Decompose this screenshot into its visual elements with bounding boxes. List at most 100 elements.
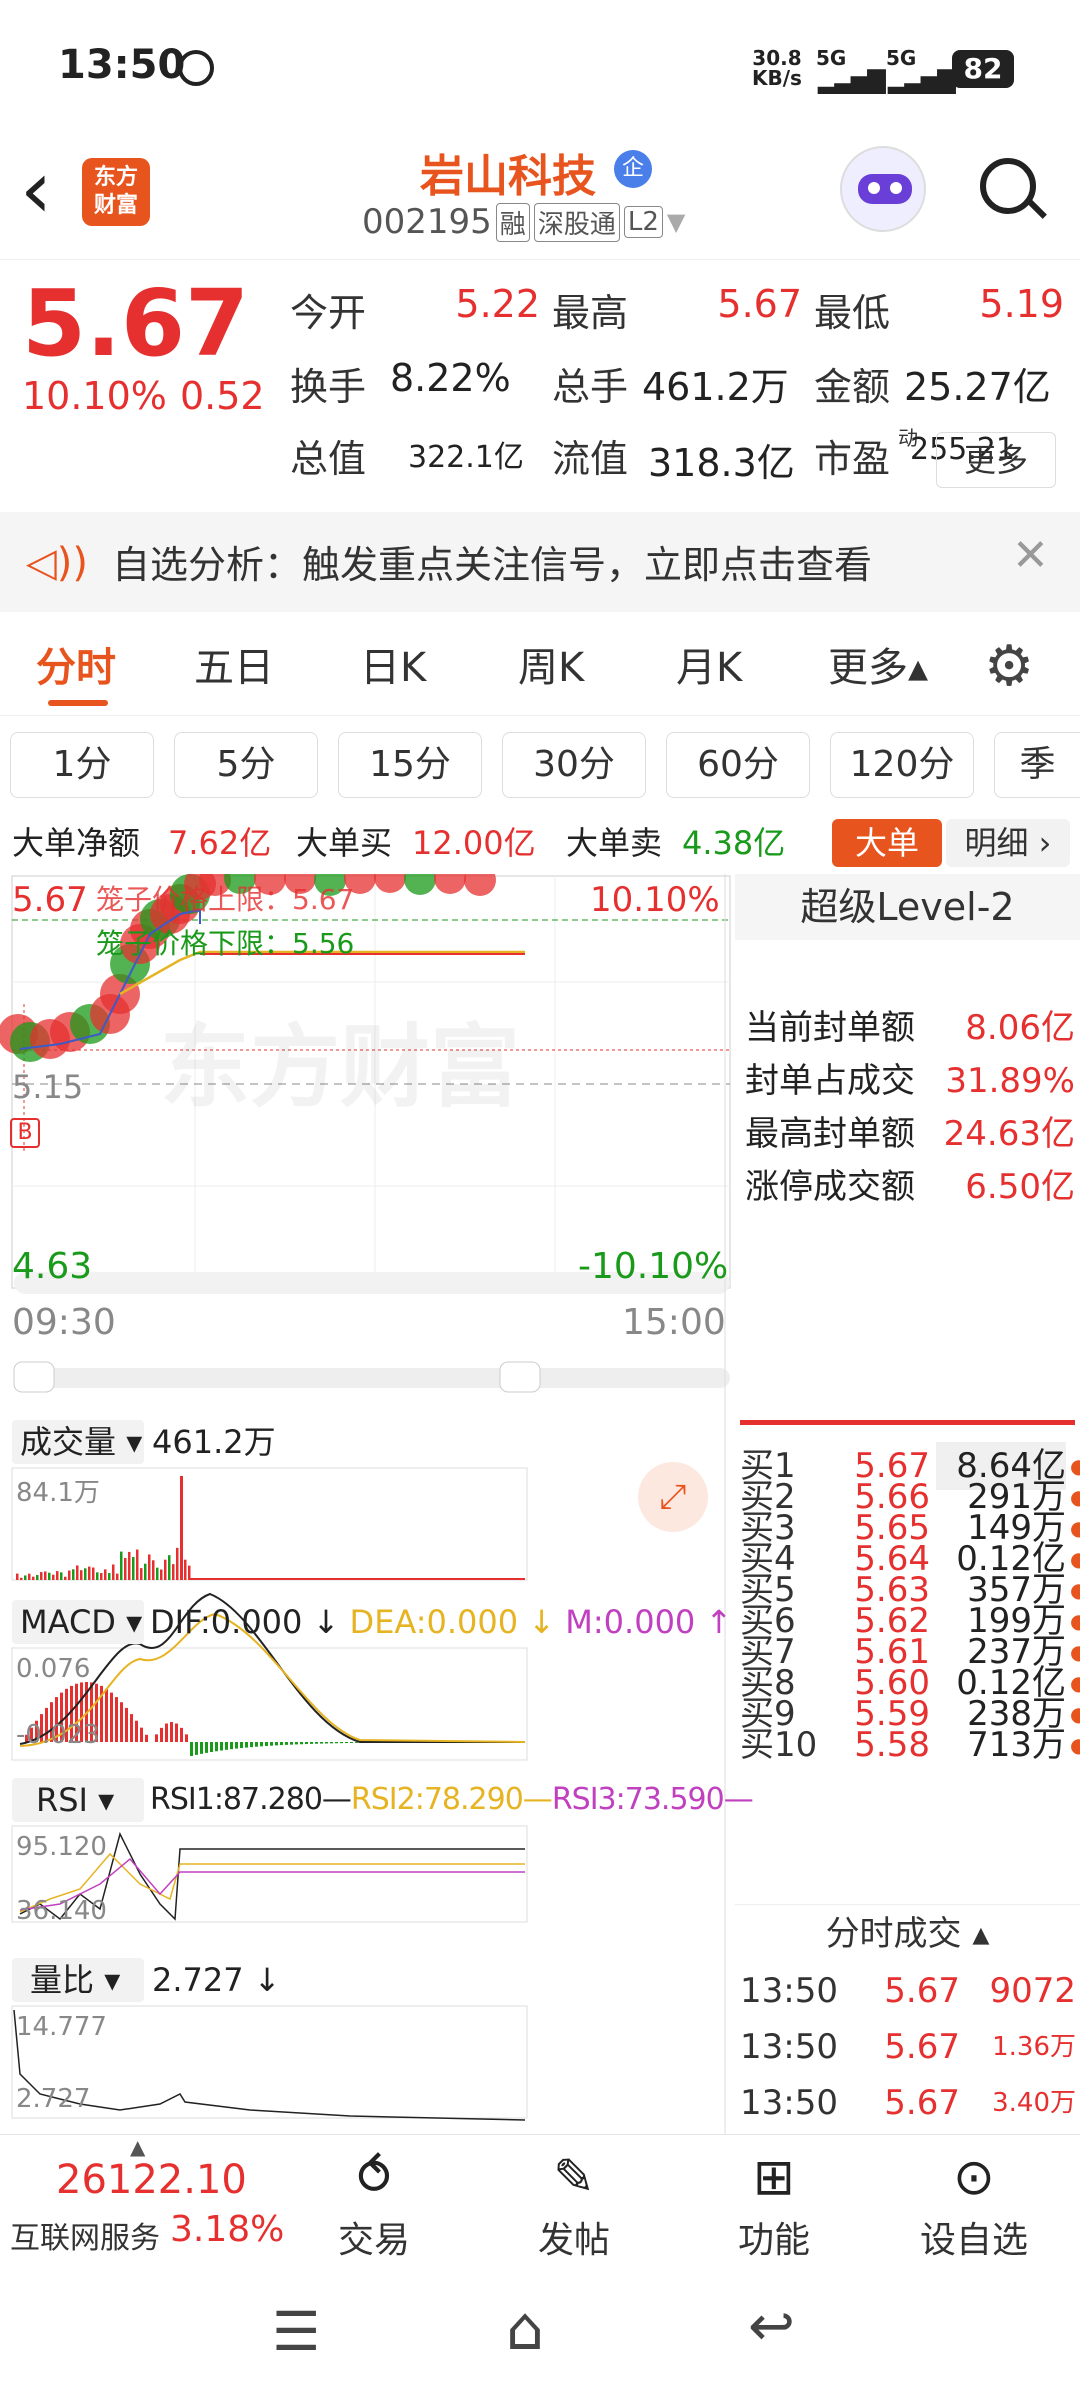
- quote-field-value: 461.2万: [642, 356, 789, 411]
- time-end: 15:00: [622, 1302, 726, 1343]
- stock-code-row[interactable]: 002195 融 深股通 L2 ▼: [362, 202, 685, 242]
- net-speed: 30.8 KB/s: [752, 48, 802, 88]
- index-value[interactable]: 26122.10: [56, 2157, 247, 2203]
- tab-five-day[interactable]: 五日: [194, 620, 274, 716]
- quote-field-label: 市盈: [814, 428, 890, 483]
- macd-dea: DEA:0.000 ↓: [350, 1603, 556, 1641]
- trade-row: 13:50 5.67 1.36万: [740, 2022, 1080, 2072]
- period-30min[interactable]: 30分: [502, 732, 646, 798]
- post-button[interactable]: ✎ 发帖: [514, 2147, 634, 2263]
- tab-daily-k[interactable]: 日K: [360, 620, 426, 716]
- rsi1-value: RSI1:87.280—: [150, 1782, 351, 1817]
- volume-bar: [72, 1569, 75, 1580]
- chevron-up-icon: ▲: [130, 2135, 145, 2159]
- back-icon[interactable]: ‹: [20, 150, 52, 230]
- buy-marker[interactable]: B: [10, 1118, 40, 1148]
- trade-price: 5.67: [880, 2078, 960, 2128]
- add-watchlist-button[interactable]: ⊙ 设自选: [914, 2147, 1034, 2263]
- period-15min[interactable]: 15分: [338, 732, 482, 798]
- macd-bar: [300, 1742, 303, 1744]
- volume-bar: [48, 1573, 51, 1580]
- volume-bar: [80, 1570, 83, 1580]
- stock-name[interactable]: 岩山科技: [420, 140, 596, 204]
- volume-bar: [132, 1557, 135, 1580]
- volume-bar: [88, 1567, 91, 1580]
- period-60min[interactable]: 60分: [666, 732, 810, 798]
- menu-icon[interactable]: ☰: [272, 2300, 320, 2363]
- lower-limit-label: 笼子价格下限：5.56: [96, 922, 354, 962]
- bid-price: 5.58: [820, 1721, 930, 1769]
- macd-values: DIF:0.000 ↓ DEA:0.000 ↓ M:0.000 ↑: [150, 1600, 732, 1644]
- ratio-selector[interactable]: 量比 ▾: [12, 1958, 144, 2002]
- period-1min[interactable]: 1分: [10, 732, 154, 798]
- volume-bar: [64, 1577, 67, 1580]
- dot-icon: ●: [1070, 1721, 1080, 1769]
- macd-m: M:0.000 ↑: [565, 1603, 732, 1641]
- upper-limit-label: 笼子价格上限：5.67: [96, 878, 354, 918]
- bid-row[interactable]: 买10 5.58 713万 ●: [740, 1721, 1080, 1769]
- stat-value: 31.89%: [945, 1057, 1075, 1105]
- more-button[interactable]: 更多: [936, 432, 1056, 488]
- analysis-banner[interactable]: ◁)) 自选分析：触发重点关注信号，立即点击查看 ✕: [0, 512, 1080, 612]
- function-label: 功能: [714, 2211, 834, 2263]
- home-icon[interactable]: ⌂: [506, 2294, 544, 2364]
- volume-bar-peak: [180, 1476, 183, 1580]
- close-icon[interactable]: ✕: [1012, 530, 1049, 581]
- gear-icon[interactable]: ⚙: [984, 634, 1034, 699]
- macd-bar: [325, 1742, 328, 1743]
- tab-weekly-k[interactable]: 周K: [518, 620, 584, 716]
- tab-more[interactable]: 更多▴: [828, 620, 928, 716]
- rsi-top: 95.120: [16, 1832, 107, 1862]
- trade-row: 13:50 5.67 9072: [740, 1966, 1080, 2016]
- sell-value: 4.38亿: [682, 815, 785, 871]
- trade-label: 交易: [314, 2211, 434, 2263]
- volume-bar: [44, 1571, 47, 1580]
- volume-selector[interactable]: 成交量 ▾: [12, 1420, 144, 1464]
- period-quarter[interactable]: 季: [994, 732, 1080, 798]
- macd-bar: [135, 1721, 138, 1742]
- intraday-chart-area[interactable]: 东方财富 5.67 笼子价格上限：5.67 笼子价格下限：5.56 10.10%…: [0, 874, 735, 2134]
- bottom-toolbar: ▲ 26122.10 互联网服务 3.18% ⥀ 交易 ✎ 发帖 ⊞ 功能 ⊙ 设自选: [0, 2134, 1080, 2264]
- top-price: 5.67: [12, 880, 88, 920]
- rsi-values: RSI1:87.280—RSI2:78.290—RSI3:73.590—: [150, 1778, 753, 1822]
- rsi-selector[interactable]: RSI ▾: [12, 1778, 144, 1822]
- stock-header: ‹ 东方 财富 岩山科技 企 002195 融 深股通 L2 ▼: [0, 140, 1080, 260]
- robot-avatar[interactable]: [840, 146, 926, 232]
- search-icon[interactable]: [980, 158, 1036, 214]
- macd-bar: [265, 1742, 268, 1746]
- level2-title[interactable]: 超级Level-2: [735, 874, 1080, 940]
- volume-bar: [28, 1574, 31, 1580]
- net-label: 大单净额: [12, 815, 140, 871]
- tag-connect: 深股通: [534, 203, 620, 242]
- tag-margin: 融: [496, 203, 530, 242]
- back-nav-icon[interactable]: ↩: [748, 2294, 795, 2359]
- macd-bar: [240, 1742, 243, 1748]
- macd-bar: [305, 1742, 308, 1744]
- level2-stat-row: 最高封单额 24.63亿: [745, 1110, 1075, 1158]
- macd-top: 0.076: [16, 1654, 90, 1684]
- trade-button[interactable]: ⥀ 交易: [314, 2147, 434, 2263]
- function-button[interactable]: ⊞ 功能: [714, 2147, 834, 2263]
- system-nav-bar: ☰ ⌂ ↩: [0, 2264, 1080, 2400]
- volume-bar: [100, 1573, 103, 1580]
- expand-icon[interactable]: ⤢: [638, 1462, 708, 1532]
- period-120min[interactable]: 120分: [830, 732, 974, 798]
- macd-selector[interactable]: MACD ▾: [12, 1600, 144, 1644]
- low-price: 4.63: [12, 1246, 92, 1287]
- trades-title[interactable]: 分时成交 ▴: [735, 1904, 1080, 1962]
- macd-bar: [290, 1742, 293, 1745]
- quote-field-label: 总值: [290, 428, 366, 483]
- big-order-row: 大单净额 7.62亿 大单买 12.00亿 大单卖 4.38亿 大单 明细 ›: [0, 815, 1080, 871]
- period-5min[interactable]: 5分: [174, 732, 318, 798]
- tab-monthly-k[interactable]: 月K: [676, 620, 742, 716]
- volume-bar: [96, 1572, 99, 1580]
- macd-bar: [145, 1735, 148, 1742]
- volume-bar: [116, 1574, 119, 1580]
- rsi-label: RSI: [36, 1781, 88, 1819]
- volume-bar: [36, 1575, 39, 1580]
- volume-bar: [152, 1560, 155, 1580]
- net-speed-unit: KB/s: [752, 68, 802, 88]
- detail-button[interactable]: 明细 ›: [946, 819, 1070, 867]
- level2-stat-row: 当前封单额 8.06亿: [745, 1004, 1075, 1052]
- big-order-button[interactable]: 大单: [832, 819, 942, 867]
